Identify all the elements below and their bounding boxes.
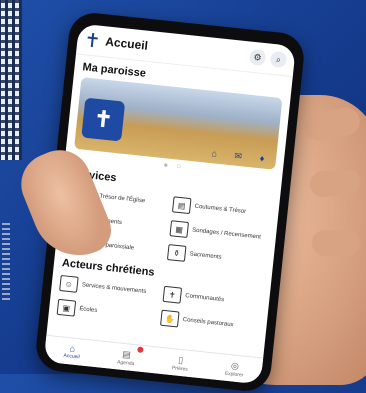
message-icon[interactable]: ✉ — [232, 149, 245, 162]
church-icon[interactable]: ⌂ — [208, 147, 221, 160]
parish-logo: ✝ — [81, 97, 126, 142]
settings-icon[interactable]: ⚙ — [248, 48, 267, 67]
actor-label: Conseils pastoraux — [182, 316, 234, 328]
actor-label: Communautés — [184, 292, 225, 303]
actor-label: Services & mouvements — [81, 281, 147, 295]
bottom-tab-bar: ⌂ Accueil ▤ Agenda ▯ Prières ◎ Explorer — [43, 334, 264, 385]
notification-badge — [137, 345, 144, 353]
school-icon: ▣ — [56, 298, 77, 317]
calendar-icon: ▤ — [122, 345, 144, 360]
finger — [312, 230, 360, 256]
bottle-icon: ⚱ — [166, 244, 187, 262]
tab-home[interactable]: ⌂ Accueil — [44, 336, 101, 368]
scroll-icon: ▤ — [171, 196, 192, 215]
tab-label: Prières — [171, 364, 189, 373]
qr-code — [0, 0, 22, 160]
tab-label: Agenda — [116, 358, 135, 367]
hands-icon: ✋ — [160, 309, 180, 328]
service-label: Sondages / Recensement — [191, 226, 262, 241]
cross-icon: ✝ — [92, 105, 114, 133]
service-label: Coutumes & Trésor — [194, 203, 247, 215]
tab-label: Accueil — [63, 352, 80, 361]
bell-icon[interactable]: ♦ — [255, 152, 268, 165]
church-icon: ✝ — [162, 285, 183, 304]
group-icon: ☺ — [59, 274, 79, 293]
tab-agenda[interactable]: ▤ Agenda — [98, 342, 155, 374]
home-icon: ⌂ — [69, 343, 76, 354]
tab-label: Explorer — [224, 370, 244, 379]
cross-icon — [85, 32, 100, 47]
side-text-decor — [2, 220, 10, 300]
document-icon: ▦ — [169, 220, 190, 239]
parish-actions: ⌂ ✉ ♦ — [208, 147, 269, 165]
compass-icon: ◎ — [230, 359, 240, 371]
actor-label: Écoles — [79, 305, 98, 314]
prayer-icon: ▯ — [177, 354, 184, 365]
service-label: Sacrements — [189, 250, 222, 261]
search-icon[interactable]: ⌕ — [269, 50, 288, 69]
tab-prayers[interactable]: ▯ Prières — [152, 347, 209, 379]
tab-explore[interactable]: ◎ Explorer — [206, 353, 263, 385]
